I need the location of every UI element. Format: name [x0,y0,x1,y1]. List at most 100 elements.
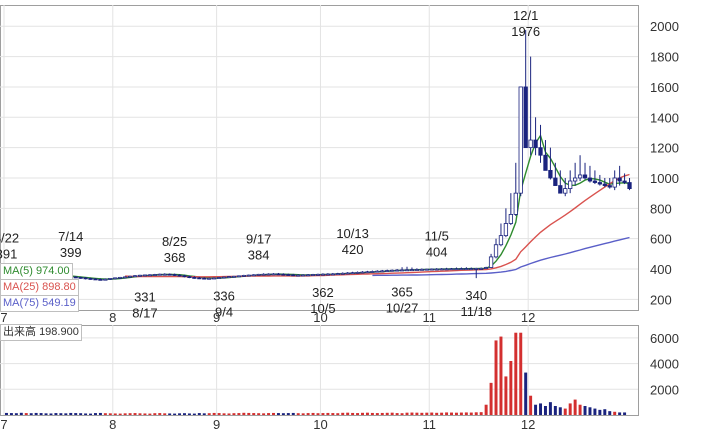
price-y-tick-label: 1200 [650,141,679,156]
candle-body [439,268,444,271]
candle-body [301,274,306,277]
candle-body [142,274,148,277]
volume-bar [553,406,557,415]
price-y-tick-label: 800 [650,201,672,216]
candle-body [207,277,212,280]
candle-body [449,268,454,271]
candle-body [459,268,464,270]
high-annotation-value: 399 [60,245,82,260]
chart-svg: 2000 1800 1600 1400 1200 1000 800 600 400 200 6000… [0,5,679,432]
ma5-value: 974.00 [36,265,70,277]
candle-body [113,277,118,280]
candle-body [192,276,197,279]
candle-body [454,268,459,271]
volume-bar [64,413,68,415]
volume-bar [197,413,201,415]
volume-bar [267,413,271,415]
candle-body [305,274,311,277]
candle-body [563,188,568,194]
volume-bar [178,413,182,415]
candle-body [355,271,360,274]
volume-bar [301,413,305,415]
volume-bar [316,413,320,415]
candle-body [474,268,479,270]
volume-bar [380,412,384,415]
volume-bar [29,413,33,415]
volume-bar [484,404,488,415]
volume-bar [291,412,295,415]
volume-bar [227,413,231,415]
candle-body [310,274,316,276]
volume-bar [494,340,498,415]
volume-bar [247,412,251,415]
candle-body [375,270,380,273]
high-annotation-value: 1976 [511,24,540,39]
candle-body [617,177,622,182]
volume-x-tick-label: 8 [109,417,116,432]
candle-body [226,276,232,279]
candle-body [612,177,617,188]
volume-bar [361,412,364,415]
candle-body [231,275,237,278]
volume-bar [326,412,330,415]
candle-body [483,267,489,269]
high-annotation-date: 12/1 [513,8,538,23]
volume-bar [237,413,241,415]
volume-bar [4,412,8,415]
candle-body [345,272,350,275]
candle-body [197,277,202,280]
candle-body [256,273,261,276]
candle-body [464,268,469,270]
price-x-tick-label: 11 [423,310,437,325]
ma75-value: 549.19 [42,297,76,309]
candle-body [330,273,335,276]
candle-body [513,192,518,215]
candle-body [132,275,138,278]
candle-body [528,139,533,149]
candle-body [533,139,538,149]
candle-body [98,278,103,281]
candle-body [281,273,286,276]
low-annotation-value: 340 [465,288,487,303]
price-y-tick-label: 600 [650,232,672,247]
candle-body [394,269,400,272]
volume-bar [534,404,538,415]
candle-body [577,174,583,179]
volume-bar [242,412,246,415]
high-annotation-value: 391 [0,246,17,261]
price-y-tick-label: 400 [650,262,672,277]
volume-bar [593,408,597,415]
volume-bar [390,412,394,415]
low-annotation-value: 331 [134,290,156,305]
ma75-label: MA(75) 549.19 [0,295,79,312]
volume-bar [405,412,409,415]
volume-name: 出来高 [3,326,36,338]
volume-bar [98,412,102,415]
candle-body [479,268,484,270]
candle-body [78,276,83,279]
volume-bar [118,413,122,415]
candle-body [597,182,602,185]
volume-bar [524,372,528,415]
volume-bar [331,413,335,415]
candle-body [548,169,553,179]
candle-body [296,274,301,277]
candle-body [147,274,153,277]
low-annotation-date: 9/4 [215,305,233,320]
price-x-tick-label: 12 [521,310,535,325]
candle-body [622,180,627,183]
volume-bar [351,412,355,415]
volume-bar [514,332,518,415]
volume-bar [450,412,453,415]
volume-bar [262,413,266,415]
candle-body [607,185,612,188]
volume-bar [133,413,137,415]
ma25-value: 898.80 [42,281,76,293]
volume-bar [296,413,300,415]
volume-bar [281,413,285,415]
volume-bar [183,413,186,415]
volume-bar [489,382,493,415]
volume-bar [395,413,399,415]
candle-body [404,269,410,272]
volume-bar [543,406,547,415]
